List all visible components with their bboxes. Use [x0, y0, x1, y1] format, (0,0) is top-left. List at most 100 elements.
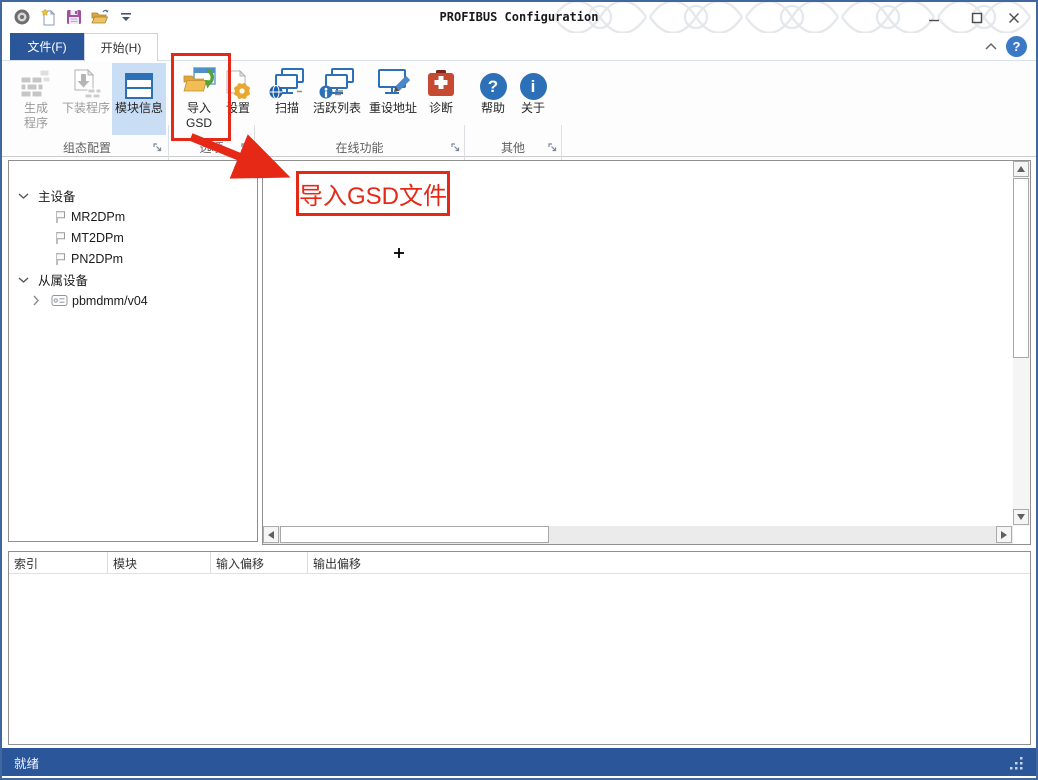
vertical-scrollbar[interactable]: [1013, 161, 1030, 526]
scroll-right-button[interactable]: [996, 526, 1012, 543]
button-label: 扫描: [275, 101, 299, 116]
about-button[interactable]: i 关于: [514, 63, 552, 135]
vertical-scroll-thumb[interactable]: [1013, 178, 1029, 358]
module-table: 索引 模块 输入偏移 输出偏移: [8, 551, 1031, 745]
module-card-icon: [51, 294, 68, 307]
device-flag-icon: [53, 230, 67, 245]
window-title: PROFIBUS Configuration: [2, 10, 1036, 24]
column-header-input-offset[interactable]: 输入偏移: [211, 552, 308, 573]
maximize-icon: [971, 12, 983, 24]
button-label: 诊断: [429, 101, 453, 116]
minimize-button[interactable]: [924, 9, 944, 27]
button-label: 帮助: [481, 101, 505, 116]
scan-button[interactable]: 扫描: [266, 63, 308, 135]
download-program-icon: [70, 68, 102, 100]
window-help-button[interactable]: ?: [1006, 36, 1027, 57]
dialog-launcher-icon[interactable]: [547, 140, 558, 151]
generate-program-button[interactable]: 生成 程序: [12, 63, 60, 135]
scroll-up-button[interactable]: [1013, 161, 1029, 177]
column-header-index[interactable]: 索引: [9, 552, 108, 573]
chevron-down-icon[interactable]: [18, 276, 29, 284]
ribbon: 生成 程序 下装程序 模块信息 组态配置: [2, 60, 1036, 157]
triangle-left-icon: [268, 531, 274, 539]
scan-network-icon: [269, 68, 305, 100]
dialog-launcher-icon[interactable]: [450, 140, 461, 151]
device-flag-icon: [53, 209, 67, 224]
ribbon-tab-row: 文件(F) 开始(H) ?: [2, 33, 1036, 60]
group-label-config: 组态配置: [8, 139, 166, 156]
module-table-header: 索引 模块 输入偏移 输出偏移: [9, 552, 1030, 574]
ribbon-group-config: 生成 程序 下装程序 模块信息 组态配置: [8, 63, 166, 155]
close-button[interactable]: [1004, 9, 1024, 27]
ribbon-group-options: 导入 GSD 设置 选项: [169, 63, 254, 155]
settings-button[interactable]: 设置: [224, 63, 252, 135]
tree-item-pn2dpm[interactable]: PN2DPm: [10, 248, 256, 269]
diagnosis-button[interactable]: 诊断: [422, 63, 460, 135]
ribbon-collapse-button[interactable]: [981, 38, 1001, 56]
button-label: 生成 程序: [24, 101, 48, 131]
active-list-button[interactable]: 活跃列表: [310, 63, 364, 135]
triangle-up-icon: [1017, 166, 1025, 172]
horizontal-scrollbar[interactable]: [263, 526, 1013, 544]
tree-node-master-devices[interactable]: 主设备: [10, 185, 256, 206]
reset-address-button[interactable]: 重设地址: [366, 63, 420, 135]
help-circle-icon: ?: [480, 73, 507, 100]
button-label: 下装程序: [62, 101, 110, 116]
settings-gear-icon: [223, 69, 253, 100]
column-header-output-offset[interactable]: 输出偏移: [308, 552, 1030, 573]
tree-item-pbmdmm-v04[interactable]: pbmdmm/v04: [10, 290, 256, 311]
diagnosis-kit-icon: [426, 69, 456, 100]
import-gsd-folder-icon: [182, 67, 216, 100]
tree-item-mr2dpm[interactable]: MR2DPm: [10, 206, 256, 227]
tree-item-label: pbmdmm/v04: [72, 294, 148, 308]
scroll-left-button[interactable]: [263, 526, 279, 543]
close-icon: [1008, 12, 1020, 24]
device-flag-icon: [53, 251, 67, 266]
chevron-up-icon: [984, 42, 998, 52]
help-glyph: ?: [1013, 39, 1021, 54]
scroll-down-button[interactable]: [1013, 509, 1029, 525]
device-tree-panel: 主设备 MR2DPm MT2DPm PN2DPm 从属设备: [8, 160, 258, 542]
tree-item-label: PN2DPm: [71, 252, 123, 266]
minimize-icon: [928, 12, 940, 24]
download-program-button[interactable]: 下装程序: [61, 63, 111, 135]
tab-home[interactable]: 开始(H): [84, 33, 158, 61]
triangle-right-icon: [1001, 531, 1007, 539]
import-gsd-button[interactable]: 导入 GSD: [176, 63, 222, 135]
about-circle-icon: i: [520, 73, 547, 100]
ribbon-help-button[interactable]: ? 帮助: [474, 63, 512, 135]
ribbon-group-online: 扫描 活跃列表 重设地址: [255, 63, 464, 155]
chevron-right-icon[interactable]: [32, 295, 40, 306]
column-header-module[interactable]: 模块: [108, 552, 211, 573]
info-glyph: i: [531, 77, 536, 97]
tree-item-mt2dpm[interactable]: MT2DPm: [10, 227, 256, 248]
ribbon-group-other: ? 帮助 i 关于 其他: [465, 63, 561, 155]
button-label: 关于: [521, 101, 545, 116]
tree-node-label: 主设备: [38, 186, 76, 205]
tree-item-label: MR2DPm: [71, 210, 125, 224]
mouse-cursor: [394, 248, 404, 258]
dialog-launcher-icon[interactable]: [152, 140, 163, 151]
chevron-down-icon[interactable]: [18, 192, 29, 200]
maximize-button[interactable]: [967, 9, 987, 27]
horizontal-scroll-thumb[interactable]: [280, 526, 549, 543]
button-label: 模块信息: [115, 101, 163, 116]
button-label: 活跃列表: [313, 101, 361, 116]
button-label: 导入 GSD: [186, 101, 212, 131]
module-info-button[interactable]: 模块信息: [112, 63, 166, 135]
status-bar: 就绪: [2, 748, 1036, 776]
group-label-online: 在线功能: [255, 139, 464, 156]
network-canvas-pane[interactable]: [262, 160, 1031, 545]
module-table-body: [9, 574, 1030, 745]
tree-node-label: 从属设备: [38, 270, 88, 289]
module-window-icon: [124, 73, 154, 100]
resize-grip[interactable]: [1010, 757, 1024, 771]
bricks-icon: [20, 68, 52, 100]
tree-node-slave-devices[interactable]: 从属设备: [10, 269, 256, 290]
dialog-launcher-icon[interactable]: [240, 140, 251, 151]
button-label: 重设地址: [369, 101, 417, 116]
tree-item-label: MT2DPm: [71, 231, 124, 245]
tab-file[interactable]: 文件(F): [10, 33, 84, 60]
active-list-icon: [319, 68, 355, 100]
triangle-down-icon: [1017, 514, 1025, 520]
